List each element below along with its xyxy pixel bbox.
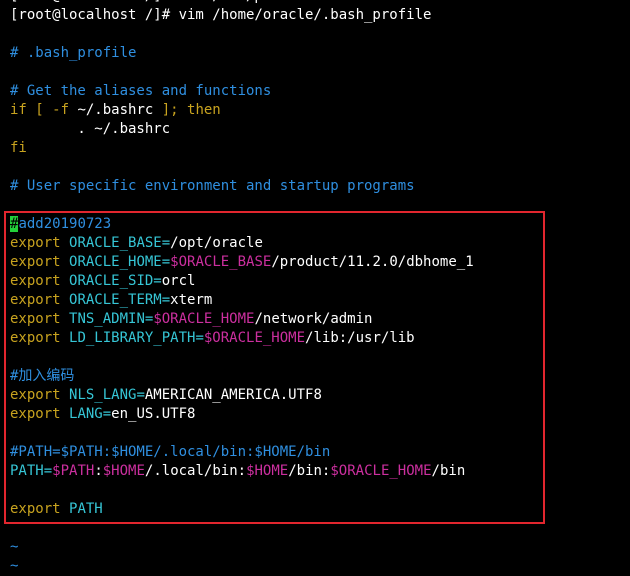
comment-line: # Get the aliases and functions	[0, 82, 630, 101]
code-line: export ORACLE_TERM=xterm	[0, 291, 630, 310]
tilde-line: ~	[0, 538, 630, 557]
code-line: export ORACLE_SID=orcl	[0, 272, 630, 291]
token-text: [root@localhost /]# vim /etc/profile	[10, 0, 313, 4]
token-text: orcl	[161, 273, 196, 289]
token-comment: # User specific environment and startup …	[10, 178, 415, 194]
token-keyword: export	[10, 292, 70, 308]
token-text: ~/.bashrc	[77, 102, 154, 118]
token-variable: LD_LIBRARY_PATH=	[69, 330, 204, 346]
token-text: /product/11.2.0/dbhome_1	[271, 254, 474, 270]
tilde-line: ~	[0, 557, 630, 576]
token-string: $ORACLE_BASE	[170, 254, 272, 270]
token-tilde: ~	[10, 558, 19, 574]
token-text: /network/admin	[254, 311, 373, 327]
token-keyword: export	[10, 406, 70, 422]
token-keyword: ]; then	[153, 102, 221, 118]
comment-line: #加入编码	[0, 367, 630, 386]
token-variable: LANG=	[69, 406, 112, 422]
token-variable: PATH=	[10, 463, 53, 479]
token-comment: # Get the aliases and functions	[10, 83, 272, 99]
token-keyword: export	[10, 501, 70, 517]
token-keyword: fi	[10, 140, 27, 156]
token-text: /lib:/usr/lib	[305, 330, 415, 346]
token-string: $HOME	[102, 463, 145, 479]
token-string: $ORACLE_HOME	[203, 330, 306, 346]
token-string: $PATH	[52, 463, 95, 479]
code-line: PATH=$PATH:$HOME/.local/bin:$HOME/bin:$O…	[0, 462, 630, 481]
terminal-buffer[interactable]: [root@localhost /]# vim /etc/profile [roo…	[0, 0, 630, 576]
comment-line: #PATH=$PATH:$HOME/.local/bin:$HOME/bin	[0, 443, 630, 462]
code-line: export PATH	[0, 500, 630, 519]
command-line: [root@localhost /]# vim /home/oracle/.ba…	[0, 6, 630, 25]
token-text: /.local/bin:	[144, 463, 247, 479]
token-comment: #加入编码	[10, 368, 75, 384]
token-variable: PATH	[69, 501, 103, 517]
token-comment: add20190723	[18, 216, 112, 232]
token-text: en_US.UTF8	[111, 406, 196, 422]
token-text: /bin:	[288, 463, 331, 479]
code-line: export ORACLE_BASE=/opt/oracle	[0, 234, 630, 253]
token-variable: NLS_LANG=	[69, 387, 145, 403]
code-line: export LANG=en_US.UTF8	[0, 405, 630, 424]
code-line: export ORACLE_HOME=$ORACLE_BASE/product/…	[0, 253, 630, 272]
token-text: :	[94, 463, 103, 479]
token-variable: TNS_ADMIN=	[69, 311, 154, 327]
token-keyword: export	[10, 330, 70, 346]
code-line: if [ -f ~/.bashrc ]; then	[0, 101, 630, 120]
token-keyword: export	[10, 387, 70, 403]
code-line: export TNS_ADMIN=$ORACLE_HOME/network/ad…	[0, 310, 630, 329]
token-keyword: export	[10, 254, 70, 270]
token-keyword: export	[10, 235, 70, 251]
code-line: . ~/.bashrc	[0, 120, 630, 139]
token-keyword: export	[10, 273, 70, 289]
comment-line: # .bash_profile	[0, 44, 630, 63]
code-line: fi	[0, 139, 630, 158]
token-text: xterm	[170, 292, 213, 308]
token-variable: ORACLE_TERM=	[69, 292, 171, 308]
token-keyword: if [ -f	[10, 102, 78, 118]
token-string: $ORACLE_HOME	[330, 463, 432, 479]
comment-line: #add20190723	[0, 215, 630, 234]
token-text: . ~/.bashrc	[10, 121, 171, 137]
comment-line: # User specific environment and startup …	[0, 177, 630, 196]
token-tilde: ~	[10, 539, 19, 555]
code-line: export LD_LIBRARY_PATH=$ORACLE_HOME/lib:…	[0, 329, 630, 348]
code-line: export NLS_LANG=AMERICAN_AMERICA.UTF8	[0, 386, 630, 405]
token-variable: ORACLE_HOME=	[69, 254, 171, 270]
token-variable: ORACLE_SID=	[69, 273, 162, 289]
token-comment: # .bash_profile	[10, 45, 137, 61]
token-variable: ORACLE_BASE=	[69, 235, 171, 251]
token-string: $ORACLE_HOME	[153, 311, 255, 327]
token-comment: #PATH=$PATH:$HOME/.local/bin:$HOME/bin	[10, 444, 331, 460]
token-text: [root@localhost /]# vim /home/oracle/.ba…	[10, 7, 432, 23]
token-text: AMERICAN_AMERICA.UTF8	[144, 387, 322, 403]
token-text: /opt/oracle	[170, 235, 263, 251]
token-keyword: export	[10, 311, 70, 327]
token-string: $HOME	[246, 463, 289, 479]
token-text: /bin	[431, 463, 466, 479]
